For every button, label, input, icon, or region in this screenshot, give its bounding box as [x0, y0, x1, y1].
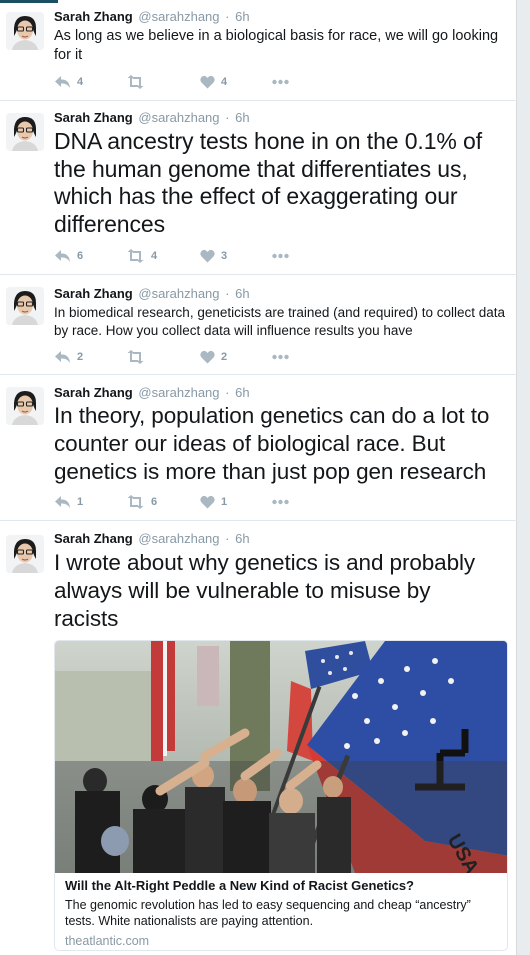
separator: · — [225, 531, 230, 546]
retweet-icon — [127, 350, 144, 364]
author-handle[interactable]: @sarahzhang — [138, 531, 219, 546]
reply-count: 1 — [77, 496, 84, 508]
tweet-text: DNA ancestry tests hone in on the 0.1% o… — [54, 128, 483, 237]
reply-button[interactable]: 2 — [54, 349, 83, 365]
like-count: 1 — [221, 496, 228, 508]
retweet-count: 4 — [151, 250, 158, 262]
heart-icon — [200, 75, 215, 89]
tweet-actions: 6 4 3 — [54, 248, 354, 264]
like-button[interactable]: 2 — [200, 349, 227, 365]
reply-count: 2 — [77, 351, 84, 363]
heart-icon — [200, 495, 215, 509]
reply-icon — [55, 76, 70, 88]
card-description: The genomic revolution has led to easy s… — [65, 898, 471, 928]
like-button[interactable]: 4 — [200, 74, 227, 90]
reply-count: 4 — [77, 76, 84, 88]
retweet-button[interactable]: 4 — [126, 248, 157, 264]
avatar[interactable] — [6, 387, 44, 425]
avatar[interactable] — [6, 287, 44, 325]
retweet-button[interactable] — [126, 74, 151, 90]
retweet-button[interactable]: 6 — [126, 494, 157, 510]
tweet-header: Sarah Zhang @sarahzhang · 6h — [54, 110, 250, 125]
author-handle[interactable]: @sarahzhang — [138, 9, 219, 24]
author-name[interactable]: Sarah Zhang — [54, 286, 133, 301]
tweet-text: I wrote about why genetics is and probab… — [54, 550, 476, 631]
more-icon — [272, 499, 289, 505]
heart-icon — [200, 350, 215, 364]
avatar[interactable] — [6, 113, 44, 151]
reply-count: 6 — [77, 250, 84, 262]
more-button[interactable] — [272, 74, 289, 90]
scrollbar-track[interactable] — [516, 0, 530, 955]
reply-icon — [55, 496, 70, 508]
more-icon — [272, 79, 289, 85]
separator: · — [225, 9, 230, 24]
heart-icon — [200, 249, 215, 263]
retweet-count: 6 — [151, 496, 158, 508]
avatar[interactable] — [6, 12, 44, 50]
retweet-button[interactable] — [126, 349, 151, 365]
tweet-text: In theory, population genetics can do a … — [54, 403, 490, 484]
tweet-text: In biomedical research, geneticists are … — [54, 305, 505, 338]
retweet-icon — [127, 75, 144, 89]
more-button[interactable] — [272, 248, 289, 264]
retweet-icon — [127, 249, 144, 263]
separator: · — [225, 110, 230, 125]
timestamp[interactable]: 6h — [235, 286, 249, 301]
tweet[interactable]: Sarah Zhang @sarahzhang · 6h DNA ancestr… — [0, 101, 518, 275]
author-name[interactable]: Sarah Zhang — [54, 9, 133, 24]
timestamp[interactable]: 6h — [235, 531, 249, 546]
separator: · — [225, 385, 230, 400]
author-name[interactable]: Sarah Zhang — [54, 110, 133, 125]
author-handle[interactable]: @sarahzhang — [138, 110, 219, 125]
tweet-header: Sarah Zhang @sarahzhang · 6h — [54, 286, 250, 301]
timestamp[interactable]: 6h — [235, 385, 249, 400]
tweet-header: Sarah Zhang @sarahzhang · 6h — [54, 531, 250, 546]
author-name[interactable]: Sarah Zhang — [54, 385, 133, 400]
tweet[interactable]: Sarah Zhang @sarahzhang · 6h In biomedic… — [0, 275, 518, 375]
tweet-actions: 4 4 — [54, 74, 354, 90]
like-button[interactable]: 3 — [200, 248, 227, 264]
more-button[interactable] — [272, 349, 289, 365]
timestamp[interactable]: 6h — [235, 9, 249, 24]
tweet-header: Sarah Zhang @sarahzhang · 6h — [54, 385, 250, 400]
like-button[interactable]: 1 — [200, 494, 227, 510]
reply-icon — [55, 250, 70, 262]
tweet[interactable]: Sarah Zhang @sarahzhang · 6h In theory, … — [0, 375, 518, 521]
reply-button[interactable]: 1 — [54, 494, 83, 510]
reply-icon — [55, 351, 70, 363]
separator: · — [225, 286, 230, 301]
like-count: 2 — [221, 351, 228, 363]
tweet-actions: 1 6 1 — [54, 494, 354, 510]
like-count: 4 — [221, 76, 228, 88]
tweet-header: Sarah Zhang @sarahzhang · 6h — [54, 9, 250, 24]
retweet-icon — [127, 495, 144, 509]
more-button[interactable] — [272, 494, 289, 510]
tweet-actions: 2 2 — [54, 349, 354, 365]
author-handle[interactable]: @sarahzhang — [138, 385, 219, 400]
timestamp[interactable]: 6h — [235, 110, 249, 125]
reply-button[interactable]: 4 — [54, 74, 83, 90]
card-image[interactable]: USA — [55, 641, 507, 873]
more-icon — [272, 354, 289, 360]
more-icon — [272, 253, 289, 259]
tweet-text: As long as we believe in a biological ba… — [54, 28, 499, 63]
author-handle[interactable]: @sarahzhang — [138, 286, 219, 301]
tweet[interactable]: Sarah Zhang @sarahzhang · 6h As long as … — [0, 0, 518, 101]
card-domain[interactable]: theatlantic.com — [65, 934, 149, 948]
avatar[interactable] — [6, 535, 44, 573]
card-title[interactable]: Will the Alt-Right Peddle a New Kind of … — [65, 878, 414, 893]
link-card[interactable]: USA Will the Alt-Right Peddle a New Kind… — [54, 640, 508, 951]
author-name[interactable]: Sarah Zhang — [54, 531, 133, 546]
like-count: 3 — [221, 250, 228, 262]
reply-button[interactable]: 6 — [54, 248, 83, 264]
